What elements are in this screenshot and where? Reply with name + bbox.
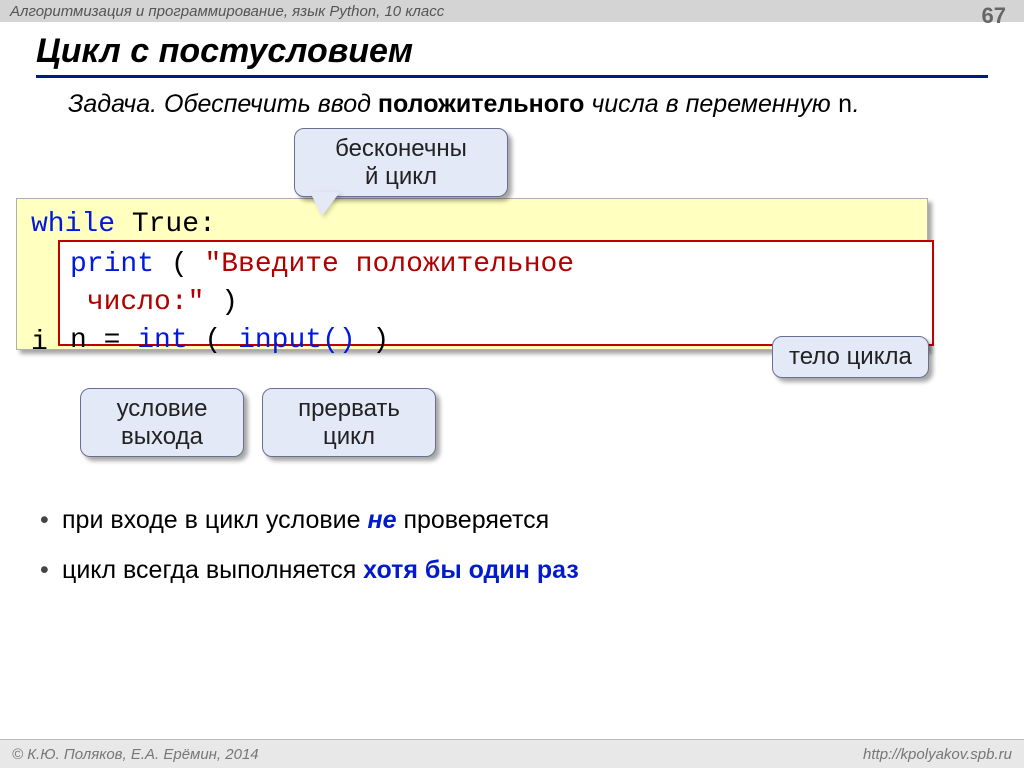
callout-break: прервать цикл	[262, 388, 436, 457]
slide-title: Цикл с постусловием	[36, 32, 988, 78]
breadcrumb: Алгоритмизация и программирование, язык …	[10, 3, 444, 20]
footer-left: © К.Ю. Поляков, Е.А. Ерёмин, 2014	[12, 746, 259, 763]
task-var: n	[838, 91, 853, 120]
footer-right: http://kpolyakov.spb.ru	[863, 746, 1012, 763]
header-bar: Алгоритмизация и программирование, язык …	[0, 0, 1024, 22]
loop-body-box: print ( "Введите положительное число:" )…	[58, 240, 934, 346]
code-line-print: print ( "Введите положительное	[70, 246, 922, 284]
task-label: Задача	[68, 90, 150, 118]
footer-bar: © К.Ю. Поляков, Е.А. Ерёмин, 2014 http:/…	[0, 739, 1024, 768]
task-text: Задача. Обеспечить ввод положительного ч…	[44, 88, 988, 123]
bullet-item: цикл всегда выполняется хотя бы один раз	[36, 550, 994, 590]
page-number: 67	[982, 3, 1006, 29]
callout-infinite-loop: бесконечны й цикл	[294, 128, 508, 197]
code-line-print2: число:" )	[70, 284, 922, 322]
callout-tail-icon	[310, 192, 340, 216]
callout-exit-condition: условие выхода	[80, 388, 244, 457]
callout-loop-body: тело цикла	[772, 336, 929, 378]
bullet-item: при входе в цикл условие не проверяется	[36, 500, 994, 540]
bullet-list: при входе в цикл условие не проверяется …	[36, 500, 994, 600]
